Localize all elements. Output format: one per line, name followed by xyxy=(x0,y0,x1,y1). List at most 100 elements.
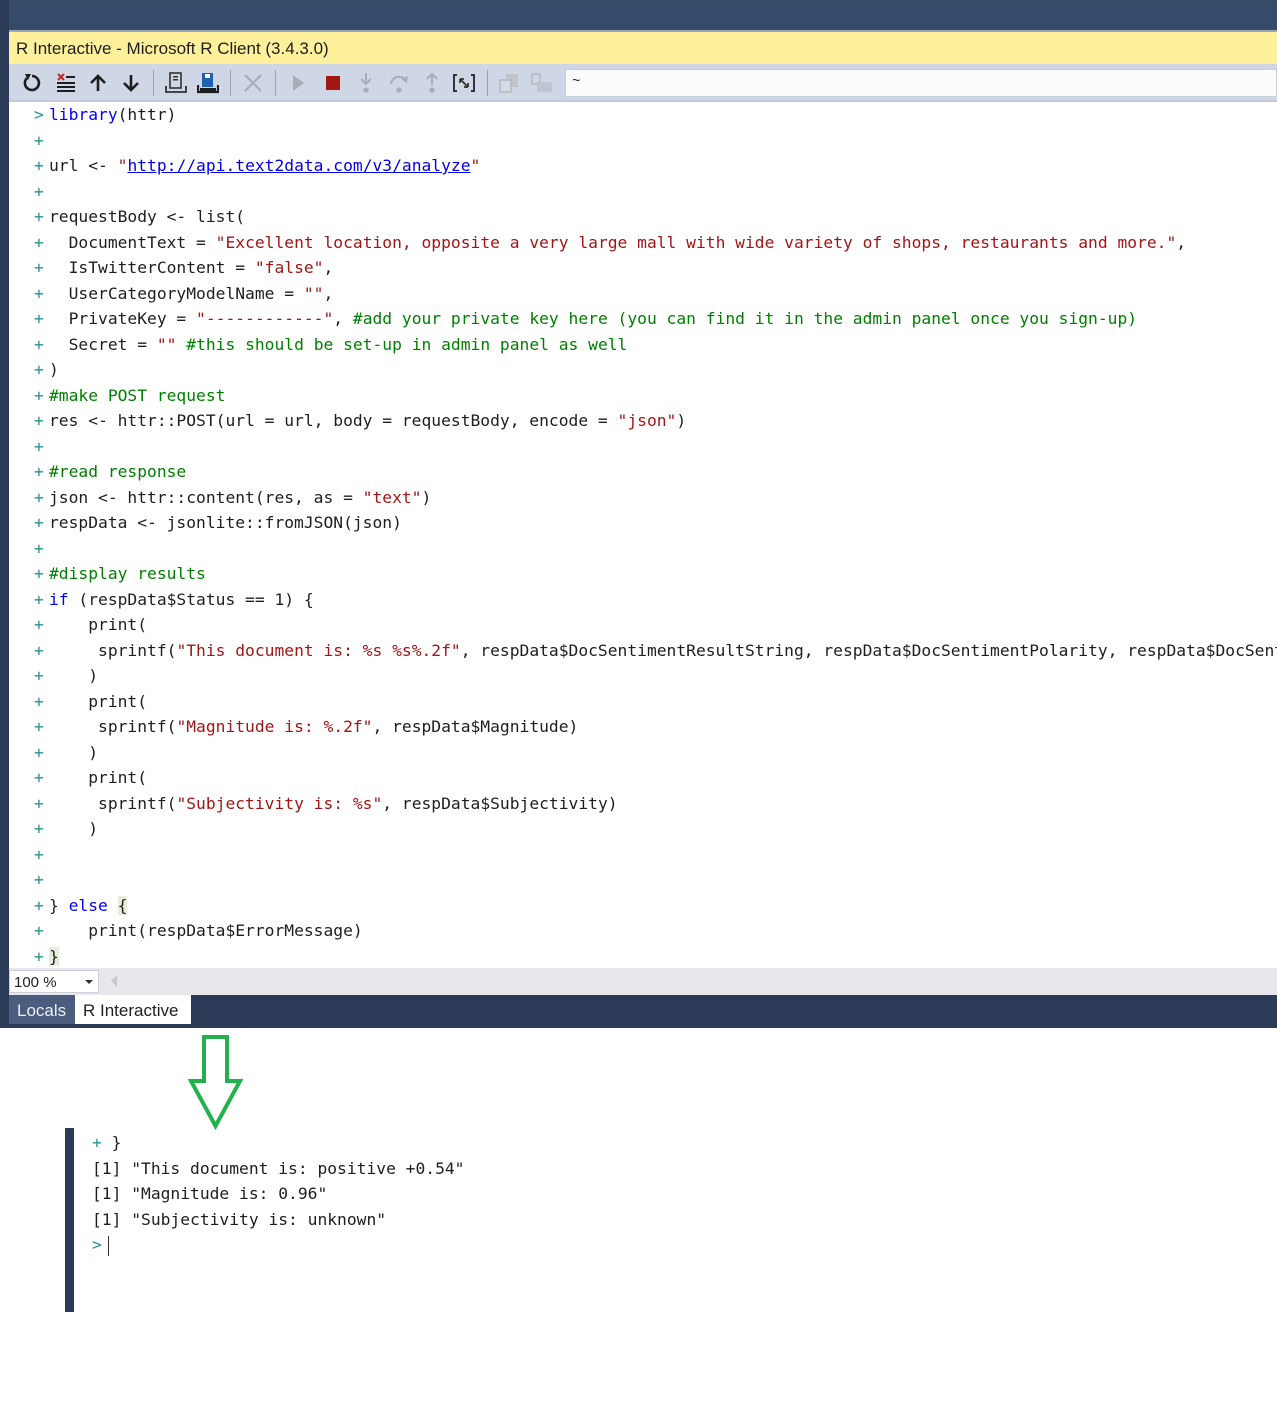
console-line: +) xyxy=(9,357,1277,383)
step-out-icon[interactable] xyxy=(419,70,445,96)
code-text: DocumentText = xyxy=(68,232,216,252)
copy-icon[interactable] xyxy=(496,70,522,96)
code-comment: #add your private key here (you can find… xyxy=(352,309,1138,328)
prompt-marker: + xyxy=(34,921,44,940)
console-line: + #display results xyxy=(9,561,1277,587)
code-text: print(respData$ErrorMessage) xyxy=(88,921,363,940)
console-line: + print( xyxy=(9,689,1277,715)
continue-icon[interactable] xyxy=(285,70,311,96)
code-string: "Magnitude is: %.2f" xyxy=(176,717,373,736)
prompt-marker: + xyxy=(34,156,44,175)
attach-debugger-icon[interactable] xyxy=(451,70,477,96)
tab-r-interactive[interactable]: R Interactive xyxy=(75,995,191,1024)
save-workspace-icon[interactable] xyxy=(195,70,221,96)
prompt-marker: + xyxy=(34,844,44,864)
stop-icon[interactable] xyxy=(320,70,346,96)
code-text: , xyxy=(323,283,334,303)
step-over-icon[interactable] xyxy=(386,70,412,96)
paste-icon[interactable] xyxy=(529,70,555,96)
console-line: + res <- httr::POST(url = url, body = req… xyxy=(9,408,1277,434)
code-string: " xyxy=(117,156,128,175)
history-down-icon[interactable] xyxy=(118,70,144,96)
prompt-marker: + xyxy=(34,640,44,660)
toolbar-separator xyxy=(487,70,488,96)
prompt-marker: + xyxy=(92,1133,102,1152)
code-text: sprintf( xyxy=(98,717,177,736)
code-text: ) xyxy=(49,360,59,379)
prompt-marker: + xyxy=(34,819,44,838)
console-line: + xyxy=(9,536,1277,562)
prompt-marker: + xyxy=(34,717,44,736)
zoom-level-select[interactable]: 100 % xyxy=(9,970,99,993)
console-line: + sprintf("This document is: %s %s%.2f",… xyxy=(9,638,1277,664)
console-line: + json <- httr::content(res, as = "text") xyxy=(9,485,1277,511)
code-text: res <- httr::POST(url = url, body = requ… xyxy=(49,411,618,430)
load-workspace-icon[interactable] xyxy=(163,70,189,96)
code-text: , xyxy=(333,309,353,328)
console-line: + ) xyxy=(9,740,1277,766)
code-text: sprintf( xyxy=(98,793,177,813)
prompt-marker: + xyxy=(34,895,44,915)
console-line: + DocumentText = "Excellent location, op… xyxy=(9,230,1277,256)
console-line: + print( xyxy=(9,612,1277,638)
console-line: + requestBody <- list( xyxy=(9,204,1277,230)
zoom-level-value: 100 % xyxy=(14,974,57,991)
code-comment: #this should be set-up in admin panel as… xyxy=(186,334,628,354)
prompt-marker: + xyxy=(34,360,44,379)
chevron-down-icon xyxy=(85,980,93,984)
prompt-marker: + xyxy=(34,207,44,226)
console-line: + IsTwitterContent = "false", xyxy=(9,255,1277,281)
code-text: print( xyxy=(88,615,148,634)
console-line: + #make POST request xyxy=(9,383,1277,409)
code-text: , respData$DocSentimentResultString, res… xyxy=(460,640,1277,660)
code-text: , xyxy=(1176,232,1187,252)
console-line: + sprintf("Magnitude is: %.2f", respData… xyxy=(9,714,1277,740)
code-text: } xyxy=(49,946,59,966)
code-keyword: if xyxy=(49,589,69,609)
prompt-marker: + xyxy=(34,309,44,328)
scroll-left-icon[interactable] xyxy=(111,975,117,987)
clear-icon[interactable] xyxy=(53,70,79,96)
code-text: ) xyxy=(88,819,99,838)
code-string: "" xyxy=(303,283,324,303)
interrupt-icon[interactable] xyxy=(240,70,266,96)
prompt-marker: + xyxy=(34,666,44,685)
console-line: + xyxy=(9,179,1277,205)
code-text: (respData$Status == 1) { xyxy=(68,589,314,609)
code-text: Secret = xyxy=(68,334,157,354)
status-row: 100 % xyxy=(9,968,1277,995)
console-line: > library(httr) xyxy=(9,102,1277,128)
console-line: + url <- "http://api.text2data.com/v3/ana… xyxy=(9,153,1277,179)
reset-icon[interactable] xyxy=(19,70,45,96)
history-up-icon[interactable] xyxy=(85,70,111,96)
url-link[interactable]: http://api.text2data.com/v3/analyze xyxy=(127,156,470,175)
working-directory-input[interactable]: ~ xyxy=(565,69,1277,97)
code-text: IsTwitterContent = xyxy=(68,258,255,277)
code-string: "text" xyxy=(362,487,422,507)
down-arrow-icon xyxy=(187,1034,244,1135)
tool-window-tabs: Locals R Interactive xyxy=(9,995,1277,1028)
code-text: sprintf( xyxy=(98,640,177,660)
console-code: > library(httr) + + url <- "http://api.text2… xyxy=(9,102,1277,968)
window-title: R Interactive - Microsoft R Client (3.4.… xyxy=(16,39,329,58)
console-line: + ) xyxy=(9,663,1277,689)
step-into-icon[interactable] xyxy=(353,70,379,96)
code-text: , respData$Subjectivity) xyxy=(382,793,618,813)
r-interactive-console[interactable]: > library(httr) + + url <- "http://api.text2… xyxy=(9,102,1277,968)
code-text: url <- xyxy=(49,156,118,175)
code-text: requestBody <- list( xyxy=(49,207,246,226)
code-string: "Excellent location, opposite a very lar… xyxy=(215,232,1177,252)
code-string: "Subjectivity is: %s" xyxy=(176,793,383,813)
code-string: "json" xyxy=(617,411,677,430)
console-line: + xyxy=(9,867,1277,893)
output-text: [1] "Magnitude is: 0.96" xyxy=(92,1184,328,1204)
prompt-marker: + xyxy=(34,462,44,481)
console-line: + print( xyxy=(9,765,1277,791)
output-text: } xyxy=(101,1133,122,1152)
prompt-marker: + xyxy=(34,258,44,277)
code-text: ) xyxy=(676,411,687,430)
prompt-marker: + xyxy=(34,385,44,405)
tab-locals[interactable]: Locals xyxy=(9,995,75,1024)
code-text: ) xyxy=(88,742,99,762)
console-line: +} xyxy=(9,944,1277,969)
